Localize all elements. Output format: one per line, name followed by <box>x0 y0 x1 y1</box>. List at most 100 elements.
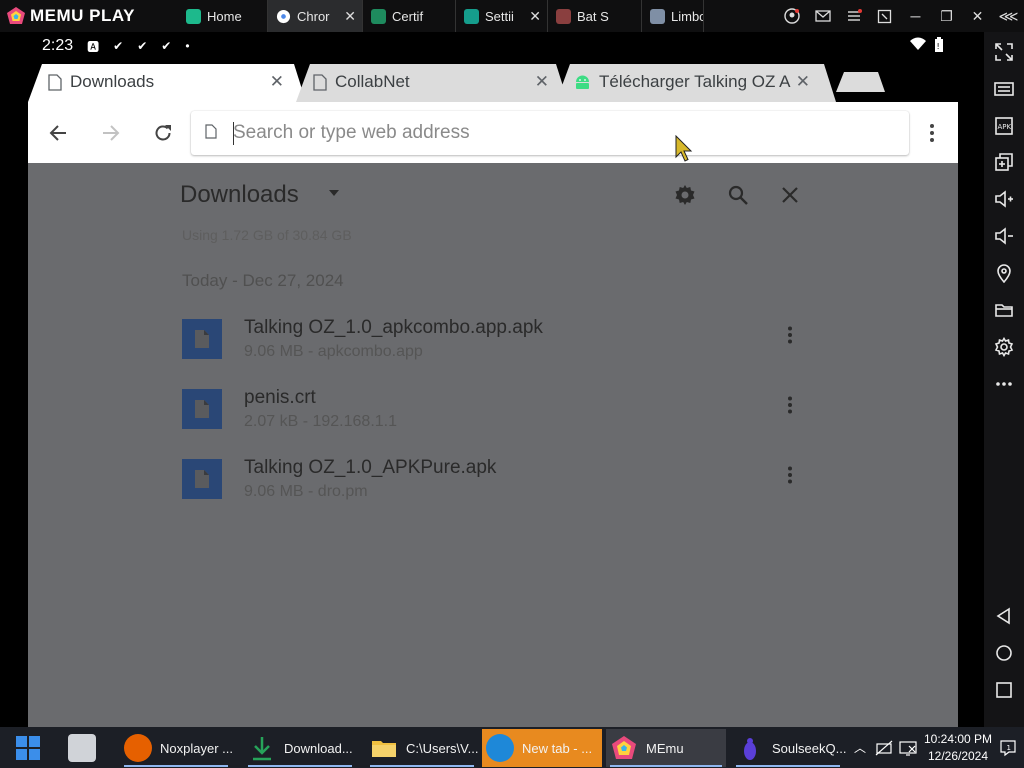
taskbar-item-soulseek[interactable]: SoulseekQ... <box>732 729 846 767</box>
taskbar-item-noxplayer[interactable]: Noxplayer ... <box>120 729 233 767</box>
close-tab-icon[interactable]: ✕ <box>529 8 541 25</box>
android-home-icon[interactable] <box>992 641 1016 665</box>
notification-dot-icon: • <box>185 39 190 53</box>
downloads-title: Downloads <box>180 181 299 208</box>
network-icon[interactable] <box>874 738 894 758</box>
windows-logo-icon <box>16 736 40 760</box>
account-icon[interactable] <box>776 0 807 32</box>
memu-tab-home[interactable]: Home <box>178 0 268 32</box>
android-back-icon[interactable] <box>992 604 1016 628</box>
memu-logo: MEMU PLAY <box>0 0 180 32</box>
svg-text:1: 1 <box>1007 744 1011 752</box>
android-status-bar: 2:23 🅰 ✔ ✔ ✔ • ! <box>28 32 958 60</box>
memu-tab-bat[interactable]: Bat S <box>548 0 642 32</box>
chrome-menu-icon[interactable] <box>917 118 947 148</box>
close-window-icon[interactable]: ✕ <box>962 0 993 32</box>
more-vert-icon[interactable] <box>778 393 802 417</box>
omnibox[interactable] <box>191 111 909 155</box>
resize-window-icon[interactable] <box>869 0 900 32</box>
apk-install-icon[interactable]: APK <box>992 114 1016 138</box>
storage-usage: Using 1.72 GB of 30.84 GB <box>182 227 352 243</box>
memu-tab-chrome[interactable]: Chror ✕ <box>268 0 363 32</box>
volume-up-icon[interactable] <box>992 187 1016 211</box>
svg-text:!: ! <box>937 42 940 51</box>
more-options-icon[interactable] <box>992 372 1016 396</box>
memu-tab-settings[interactable]: Settii ✕ <box>456 0 548 32</box>
home-app-icon <box>186 8 201 24</box>
maximize-icon[interactable]: ❐ <box>931 0 962 32</box>
keyboard-icon[interactable] <box>992 77 1016 101</box>
settings-gear-icon[interactable] <box>992 335 1016 359</box>
taskbar-item-download[interactable]: Download... <box>244 729 356 767</box>
chrome-tab-collabnet[interactable]: CollabNet ✕ <box>313 62 563 102</box>
settings-gear-icon[interactable] <box>673 183 697 207</box>
file-meta: 9.06 MB - dro.pm <box>244 483 368 500</box>
download-done-icon: ✔ <box>113 39 124 53</box>
more-vert-icon[interactable] <box>778 463 802 487</box>
back-arrow-icon[interactable] <box>43 118 73 148</box>
file-name: penis.crt <box>244 387 316 408</box>
fullscreen-icon[interactable] <box>992 40 1016 64</box>
memu-tab-strip: Home Chror ✕ Certif Settii ✕ Bat S Limbo <box>178 0 704 32</box>
page-info-icon <box>205 124 217 139</box>
close-tab-icon[interactable]: ✕ <box>344 8 356 25</box>
download-item[interactable]: penis.crt 2.07 kB - 192.168.1.1 <box>182 387 802 447</box>
mail-icon[interactable] <box>807 0 838 32</box>
volume-muted-icon[interactable] <box>898 738 918 758</box>
reload-icon[interactable] <box>148 118 178 148</box>
chrome-toolbar <box>28 102 958 163</box>
chrome-tab-telecharger[interactable]: Télécharger Talking OZ A ✕ <box>574 62 824 102</box>
android-robot-icon <box>576 75 589 89</box>
chrome-tab-label: Downloads <box>70 72 155 91</box>
multi-window-icon[interactable] <box>992 150 1016 174</box>
pinned-app-icon <box>68 734 96 762</box>
download-item[interactable]: Talking OZ_1.0_APKPure.apk 9.06 MB - dro… <box>182 457 802 517</box>
new-tab-button[interactable] <box>836 71 886 93</box>
taskbar-clock[interactable]: 10:24:00 PM 12/26/2024 <box>920 731 996 765</box>
android-recents-icon[interactable] <box>992 678 1016 702</box>
notification-center-icon[interactable]: 1 <box>998 738 1018 758</box>
memu-tab-label: Limbo <box>671 8 704 24</box>
close-icon[interactable] <box>778 183 802 207</box>
chevron-down-icon[interactable] <box>328 189 340 197</box>
memu-title-bar: MEMU PLAY Home Chror ✕ Certif Settii ✕ B… <box>0 0 1024 32</box>
memu-tab-limbo[interactable]: Limbo <box>642 0 704 32</box>
close-tab-icon[interactable]: ✕ <box>270 72 284 92</box>
forward-arrow-icon[interactable] <box>96 118 126 148</box>
memu-tab-label: Certif <box>392 8 424 24</box>
chrome-tab-label: Télécharger Talking OZ A <box>599 72 791 91</box>
edge-browser-icon <box>486 734 514 762</box>
chrome-icon <box>276 9 291 23</box>
taskbar-item-edge[interactable]: New tab - ... <box>482 729 602 767</box>
collapse-sidebar-icon[interactable]: ⋘ <box>993 0 1024 32</box>
search-address-input[interactable] <box>233 119 873 147</box>
taskbar-label: New tab - ... <box>522 740 593 756</box>
taskbar-item-memu[interactable]: MEmu <box>606 729 726 767</box>
close-tab-icon[interactable]: ✕ <box>535 72 549 92</box>
active-indicator <box>370 765 474 767</box>
start-button[interactable] <box>8 729 48 767</box>
download-item[interactable]: Talking OZ_1.0_apkcombo.app.apk 9.06 MB … <box>182 317 802 377</box>
search-icon[interactable] <box>726 183 750 207</box>
taskbar-item-pinned[interactable] <box>64 729 108 767</box>
volume-down-icon[interactable] <box>992 224 1016 248</box>
close-tab-icon[interactable]: ✕ <box>791 72 810 92</box>
memu-tab-label: Chror <box>297 8 330 24</box>
chevron-up-icon[interactable]: ︿ <box>848 739 872 756</box>
file-meta: 9.06 MB - apkcombo.app <box>244 343 423 360</box>
svg-text:APK: APK <box>998 123 1012 131</box>
menu-icon[interactable] <box>838 0 869 32</box>
chrome-tab-label: CollabNet <box>335 72 410 91</box>
memu-tab-certif[interactable]: Certif <box>363 0 456 32</box>
minimize-icon[interactable]: ─ <box>900 0 931 32</box>
more-vert-icon[interactable] <box>778 323 802 347</box>
active-indicator <box>124 765 228 767</box>
downloads-page: Downloads Using 1.72 GB of 30.84 GB Toda… <box>28 163 958 727</box>
mouse-cursor-icon <box>675 135 693 162</box>
file-icon <box>182 319 222 359</box>
location-icon[interactable] <box>992 261 1016 285</box>
android-app-icon <box>371 8 386 24</box>
folder-icon[interactable] <box>992 298 1016 322</box>
taskbar-item-explorer[interactable]: C:\Users\V... <box>366 729 478 767</box>
chrome-tab-downloads[interactable]: Downloads ✕ <box>48 62 298 102</box>
